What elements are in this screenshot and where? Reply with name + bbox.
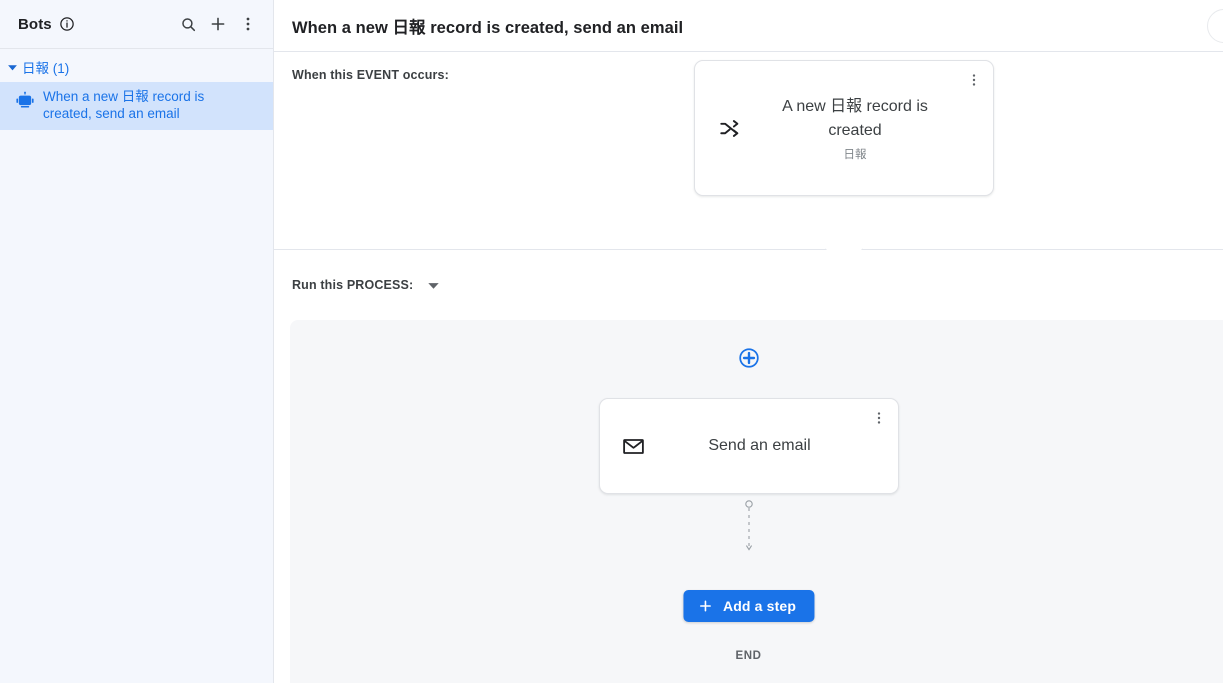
bots-sidebar: Bots 日報 (1) When a new 日報 record is crea… <box>0 0 274 683</box>
shuffle-icon <box>717 116 741 140</box>
add-circle-icon[interactable] <box>738 347 760 369</box>
dashed-arrow-connector-icon <box>743 500 755 556</box>
main-panel: When a new 日報 record is created, send an… <box>274 0 1223 683</box>
chevron-down-icon[interactable] <box>424 276 442 294</box>
event-card-subtitle: 日報 <box>843 148 867 161</box>
email-icon <box>622 434 646 458</box>
process-canvas: Send an email Add a step END <box>290 320 1223 683</box>
sidebar-header: Bots <box>0 0 273 49</box>
event-section: When this EVENT occurs: A new 日報 record … <box>274 52 1223 249</box>
main-header: When a new 日報 record is created, send an… <box>274 0 1223 52</box>
tree-group-label: 日報 (1) <box>22 61 70 76</box>
tree-group-nippou[interactable]: 日報 (1) <box>0 56 273 78</box>
bot-editor-window: Bots 日報 (1) When a new 日報 record is crea… <box>0 0 1223 683</box>
process-section-label: Run this PROCESS: <box>292 278 414 292</box>
user-avatar[interactable] <box>1207 9 1223 43</box>
sidebar-item-label: When a new 日報 record is created, send an… <box>43 89 205 121</box>
event-section-label: When this EVENT occurs: <box>292 68 449 82</box>
end-label: END <box>735 650 762 662</box>
sidebar-title: Bots <box>18 15 52 33</box>
event-card[interactable]: A new 日報 record is created 日報 <box>694 60 994 196</box>
plus-icon <box>696 597 714 615</box>
process-header: Run this PROCESS: <box>274 250 1223 313</box>
search-icon[interactable] <box>175 11 201 37</box>
robot-icon <box>14 90 36 112</box>
more-vert-icon[interactable] <box>868 407 890 429</box>
event-card-title: A new 日報 record is created <box>782 97 928 139</box>
more-vert-icon[interactable] <box>235 11 261 37</box>
info-icon[interactable] <box>59 16 75 32</box>
process-label-wrap: Run this PROCESS: <box>292 276 442 294</box>
step-card-send-email[interactable]: Send an email <box>598 398 899 494</box>
page-title: When a new 日報 record is created, send an… <box>292 18 684 37</box>
add-step-button[interactable]: Add a step <box>682 590 815 622</box>
event-card-body: A new 日報 record is created 日報 <box>695 61 993 195</box>
step-card-body: Send an email <box>600 399 898 493</box>
add-step-button-label: Add a step <box>722 598 797 614</box>
more-vert-icon[interactable] <box>963 69 985 91</box>
sidebar-item-bot[interactable]: When a new 日報 record is created, send an… <box>0 82 273 130</box>
bots-tree: 日報 (1) When a new 日報 record is created, … <box>0 49 273 130</box>
add-icon[interactable] <box>205 11 231 37</box>
step-card-title: Send an email <box>708 437 811 454</box>
event-card-texts: A new 日報 record is created 日報 <box>741 95 975 162</box>
caret-down-icon[interactable] <box>4 59 20 75</box>
